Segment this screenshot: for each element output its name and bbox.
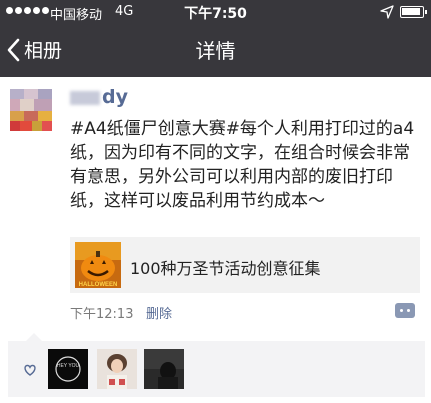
delete-link[interactable]: 删除 (146, 303, 172, 322)
liker-avatar-image-1: HEY YOU (48, 349, 88, 389)
shared-link-card[interactable]: HALLOWEEN 100种万圣节活动创意征集 (70, 237, 420, 293)
likes-panel: HEY YOU (8, 333, 425, 397)
heart-icon (24, 364, 36, 376)
post-text: #A4纸僵尸创意大赛#每个人利用打印过的a4纸，因为印有不同的文字，在组合时候会… (70, 119, 415, 211)
battery-icon (400, 6, 427, 18)
moments-detail-screen: 中国移动 4G 下午7:50 相册 详情 dy #A4纸僵尸创意大赛#每个人利用… (0, 0, 431, 403)
battery-level-fill (402, 8, 420, 15)
author-name[interactable]: dy (70, 86, 128, 108)
status-time: 下午7:50 (184, 6, 247, 22)
dot-1 (400, 309, 403, 312)
post-timestamp: 下午12:13 (70, 307, 134, 322)
author-name-blur (70, 90, 100, 105)
liker-avatar-3[interactable] (144, 349, 184, 389)
navigation-bar: 相册 详情 (0, 24, 431, 77)
dot-2 (407, 309, 410, 312)
location-arrow-icon (380, 5, 394, 19)
liker-avatar-1[interactable]: HEY YOU (48, 349, 88, 389)
liker-avatar-2[interactable] (97, 349, 137, 389)
liker-avatar-text: HEY YOU (57, 363, 80, 369)
pumpkin-icon: HALLOWEEN (75, 242, 121, 288)
liker-avatar-image-3 (144, 349, 184, 389)
comment-more-button[interactable] (395, 303, 415, 318)
thumbnail-text: HALLOWEEN (79, 282, 118, 288)
link-title: 100种万圣节活动创意征集 (130, 259, 321, 278)
avatar-image (10, 89, 52, 131)
link-thumbnail: HALLOWEEN (75, 242, 121, 288)
page-title: 详情 (195, 39, 236, 63)
top-bar: 中国移动 4G 下午7:50 相册 详情 (0, 0, 431, 77)
status-bar: 中国移动 4G 下午7:50 (0, 0, 431, 24)
author-avatar[interactable] (10, 89, 52, 131)
liker-avatar-image-2 (97, 349, 137, 389)
author-name-text: dy (102, 86, 128, 108)
